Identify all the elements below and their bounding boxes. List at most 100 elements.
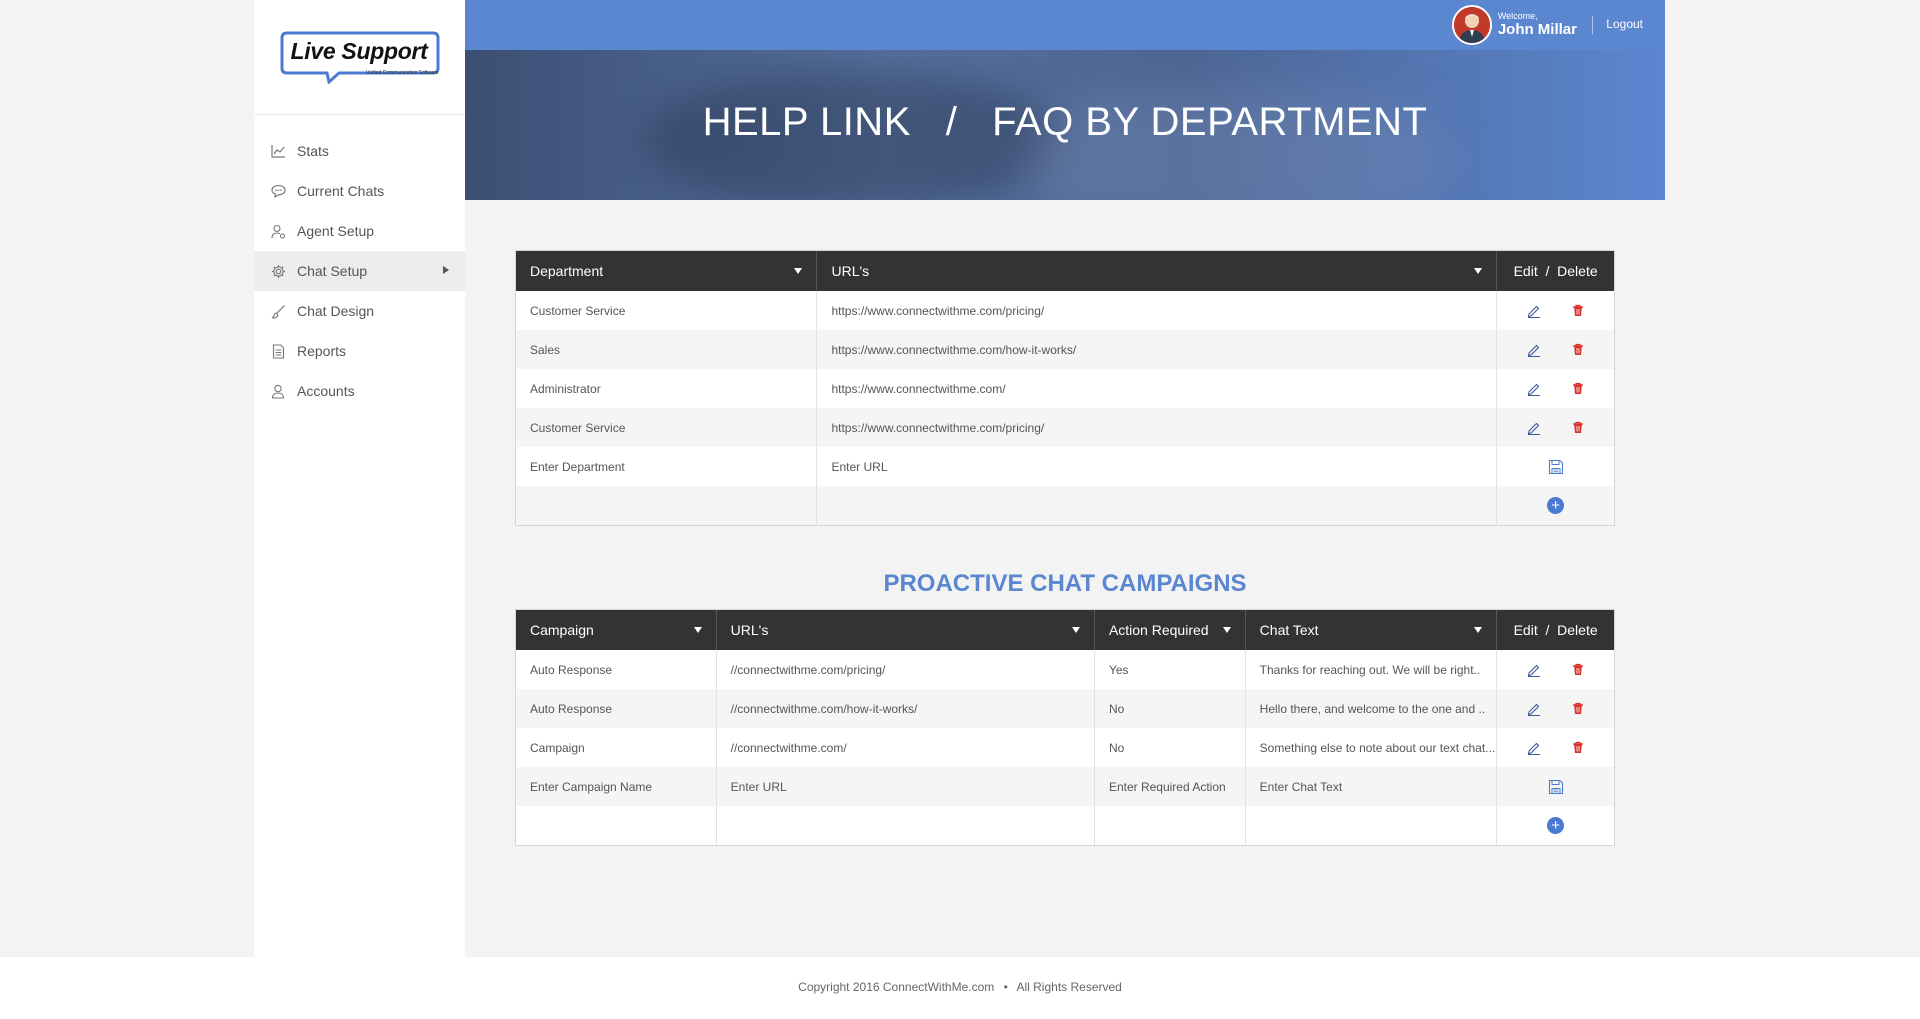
top-bar: Welcome, John Millar Logout — [465, 0, 1665, 50]
edit-pencil-icon[interactable] — [1526, 303, 1542, 319]
sort-caret-icon[interactable] — [1474, 627, 1483, 633]
column-header-actions: Edit / Delete — [1513, 622, 1598, 638]
column-header-campaign[interactable]: Campaign — [516, 610, 717, 650]
campaign-cell: Auto Response — [516, 650, 717, 689]
stats-chart-icon — [270, 143, 286, 159]
delete-trash-icon[interactable] — [1570, 662, 1586, 678]
sidebar-item-accounts[interactable]: Accounts — [254, 371, 465, 411]
sort-caret-icon[interactable] — [1474, 268, 1483, 274]
column-header-department[interactable]: Department — [516, 251, 818, 291]
gear-icon — [270, 263, 286, 279]
sidebar-item-chat-setup[interactable]: Chat Setup — [254, 251, 465, 291]
section-title: PROACTIVE CHAT CAMPAIGNS — [883, 570, 1247, 597]
save-cell — [1497, 447, 1614, 486]
campaign-name-input[interactable] — [530, 779, 716, 794]
column-header-action-required[interactable]: Action Required — [1095, 610, 1246, 650]
column-header-urls[interactable]: URL's — [817, 251, 1498, 291]
campaign-input-cell — [516, 767, 717, 806]
department-input[interactable] — [530, 459, 817, 474]
action-required-cell: No — [1095, 728, 1246, 767]
action-required-cell: Yes — [1095, 650, 1246, 689]
add-row-button[interactable]: + — [1547, 497, 1565, 514]
sidebar-item-label: Current Chats — [297, 183, 385, 199]
department-cell: Customer Service — [516, 408, 818, 447]
logo[interactable]: Live Support Unified Communication Softw… — [279, 30, 441, 84]
sidebar-nav: Stats Current Chats Agent Setup Chat Set… — [254, 131, 465, 411]
sort-caret-icon[interactable] — [794, 268, 803, 274]
sidebar-item-label: Chat Design — [297, 303, 375, 319]
empty-cell — [516, 486, 818, 525]
sidebar-item-label: Agent Setup — [297, 223, 375, 239]
user-menu[interactable]: Welcome, John Millar — [1451, 5, 1577, 45]
table-row: Sales https://www.connectwithme.com/how-… — [516, 330, 1614, 369]
delete-trash-icon[interactable] — [1570, 381, 1586, 397]
url-input[interactable] — [730, 779, 1094, 794]
save-floppy-icon[interactable] — [1548, 779, 1564, 795]
required-action-input[interactable] — [1108, 779, 1245, 794]
empty-cell — [1095, 806, 1246, 845]
edit-pencil-icon[interactable] — [1526, 342, 1542, 358]
campaign-cell: Auto Response — [516, 689, 717, 728]
edit-pencil-icon[interactable] — [1526, 381, 1542, 397]
table-header: Department URL's Edit / Delete — [516, 251, 1614, 291]
column-header-label: Campaign — [530, 622, 594, 638]
url-input-cell — [717, 767, 1095, 806]
page-title: HELP LINK / FAQ BY DEPARTMENT — [702, 100, 1428, 144]
delete-trash-icon[interactable] — [1570, 701, 1586, 717]
footer-separator: • — [1003, 980, 1008, 994]
column-header-label: URL's — [831, 263, 870, 279]
sort-caret-icon[interactable] — [1222, 627, 1231, 633]
table-row: Administrator https://www.connectwithme.… — [516, 369, 1614, 408]
empty-cell — [516, 806, 717, 845]
department-cell: Administrator — [516, 369, 818, 408]
url-input[interactable] — [831, 459, 1497, 474]
header-divider — [1592, 16, 1593, 34]
save-floppy-icon[interactable] — [1548, 459, 1564, 475]
edit-pencil-icon[interactable] — [1526, 420, 1542, 436]
new-entry-row — [516, 447, 1614, 486]
delete-trash-icon[interactable] — [1570, 303, 1586, 319]
sidebar-item-label: Reports — [297, 343, 347, 359]
chat-text-input[interactable] — [1259, 779, 1497, 794]
action-input-cell — [1095, 767, 1246, 806]
user-gear-icon — [270, 223, 286, 239]
url-cell: //connectwithme.com/ — [717, 728, 1095, 767]
sidebar-item-agent-setup[interactable]: Agent Setup — [254, 211, 465, 251]
action-required-cell: No — [1095, 689, 1246, 728]
actions-cell — [1497, 291, 1614, 330]
sidebar-item-reports[interactable]: Reports — [254, 331, 465, 371]
url-cell: //connectwithme.com/pricing/ — [717, 650, 1095, 689]
sidebar-item-label: Stats — [297, 143, 329, 159]
table-row: Campaign //connectwithme.com/ No Somethi… — [516, 728, 1614, 767]
sort-caret-icon[interactable] — [693, 627, 702, 633]
column-header-label: URL's — [730, 622, 769, 638]
column-header-urls[interactable]: URL's — [717, 610, 1095, 650]
add-row-button[interactable]: + — [1547, 817, 1565, 834]
edit-pencil-icon[interactable] — [1526, 740, 1542, 756]
department-input-cell — [516, 447, 818, 486]
sort-caret-icon[interactable] — [1071, 627, 1080, 633]
actions-cell — [1497, 330, 1614, 369]
delete-trash-icon[interactable] — [1570, 342, 1586, 358]
column-header-actions: Edit / Delete — [1513, 263, 1598, 279]
logo-area: Live Support Unified Communication Softw… — [254, 0, 465, 115]
footer: Copyright 2016 ConnectWithMe.com • All R… — [0, 957, 1920, 1019]
logout-link[interactable]: Logout — [1606, 17, 1643, 31]
table-row: Customer Service https://www.connectwith… — [516, 291, 1614, 330]
column-header-label: Chat Text — [1259, 622, 1319, 638]
delete-trash-icon[interactable] — [1570, 740, 1586, 756]
sidebar-item-current-chats[interactable]: Current Chats — [254, 171, 465, 211]
chat-text-cell: Hello there, and welcome to the one and … — [1246, 689, 1498, 728]
edit-pencil-icon[interactable] — [1526, 662, 1542, 678]
actions-cell — [1497, 689, 1614, 728]
edit-pencil-icon[interactable] — [1526, 701, 1542, 717]
logo-title: Live Support — [290, 38, 428, 64]
empty-cell — [717, 806, 1095, 845]
department-cell: Sales — [516, 330, 818, 369]
sidebar-item-stats[interactable]: Stats — [254, 131, 465, 171]
url-cell: https://www.connectwithme.com/pricing/ — [817, 408, 1498, 447]
column-header-chat-text[interactable]: Chat Text — [1246, 610, 1498, 650]
empty-cell — [817, 486, 1498, 525]
sidebar-item-chat-design[interactable]: Chat Design — [254, 291, 465, 331]
delete-trash-icon[interactable] — [1570, 420, 1586, 436]
